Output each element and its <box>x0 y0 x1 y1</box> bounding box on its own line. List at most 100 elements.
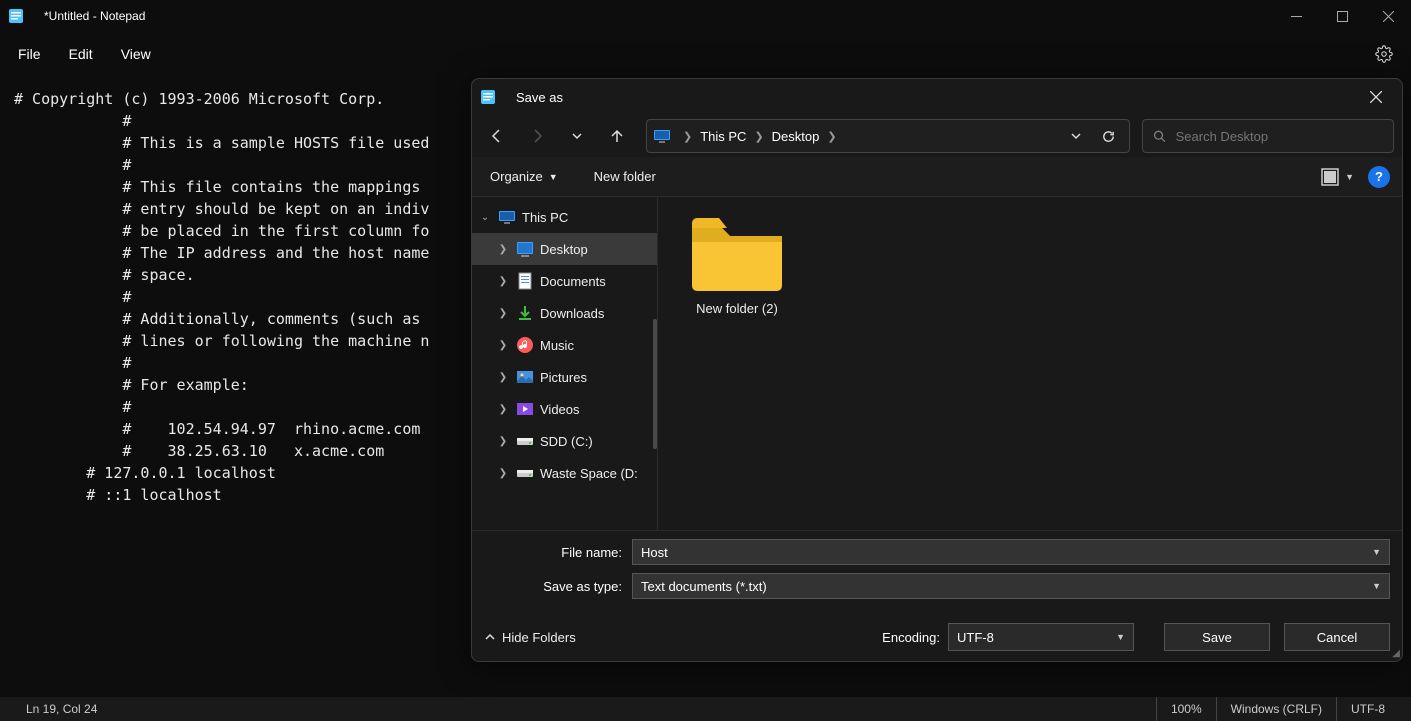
tree-item-label: Downloads <box>540 306 604 321</box>
expand-icon[interactable]: ❯ <box>496 372 510 383</box>
tree-item-label: SDD (C:) <box>540 434 593 449</box>
tree-item-label: Videos <box>540 402 580 417</box>
search-box[interactable] <box>1142 119 1394 153</box>
dialog-titlebar: Save as <box>472 79 1402 115</box>
breadcrumb-root[interactable]: This PC <box>696 129 750 144</box>
maximize-button[interactable] <box>1319 0 1365 32</box>
music-icon <box>516 336 534 354</box>
tree-item-sdd-c-[interactable]: ❯ SDD (C:) <box>472 425 657 457</box>
tree-item-label: Pictures <box>540 370 587 385</box>
chevron-up-icon <box>484 631 496 643</box>
tree-item-label: This PC <box>522 210 568 225</box>
chevron-down-icon[interactable]: ▼ <box>1116 632 1125 642</box>
expand-icon[interactable]: ❯ <box>496 468 510 479</box>
forward-button[interactable] <box>520 119 554 153</box>
settings-button[interactable] <box>1375 45 1393 63</box>
desktop-icon <box>516 240 534 258</box>
filetype-label: Save as type: <box>484 579 632 594</box>
chevron-down-icon[interactable]: ▼ <box>1372 581 1381 591</box>
tree-item-label: Music <box>540 338 574 353</box>
nav-tree: ⌄ This PC ❯ Desktop ❯ Documents ❯ Downloads ❯ Mus… <box>472 197 658 530</box>
expand-icon[interactable]: ❯ <box>496 404 510 415</box>
status-zoom[interactable]: 100% <box>1156 697 1216 721</box>
status-position: Ln 19, Col 24 <box>12 702 111 716</box>
up-button[interactable] <box>600 119 634 153</box>
dialog-close-button[interactable] <box>1358 79 1394 115</box>
help-button[interactable]: ? <box>1368 166 1390 188</box>
chevron-right-icon[interactable]: ❯ <box>823 130 840 143</box>
chevron-down-icon[interactable]: ▼ <box>1372 547 1381 557</box>
status-eol: Windows (CRLF) <box>1216 697 1336 721</box>
dialog-footer: Hide Folders Encoding: UTF-8 ▼ Save Canc… <box>472 611 1402 661</box>
tree-item-label: Documents <box>540 274 606 289</box>
statusbar: Ln 19, Col 24 100% Windows (CRLF) UTF-8 <box>0 697 1411 721</box>
window-title: *Untitled - Notepad <box>44 9 1273 23</box>
menu-view[interactable]: View <box>107 40 165 68</box>
filename-field[interactable]: ▼ <box>632 539 1390 565</box>
encoding-label: Encoding: <box>882 630 940 645</box>
encoding-select[interactable]: UTF-8 ▼ <box>948 623 1134 651</box>
notepad-icon <box>8 8 24 24</box>
tree-item-videos[interactable]: ❯ Videos <box>472 393 657 425</box>
close-button[interactable] <box>1365 0 1411 32</box>
notepad-icon <box>480 89 496 105</box>
pc-icon <box>653 127 671 145</box>
tree-item-this-pc[interactable]: ⌄ This PC <box>472 201 657 233</box>
menubar: File Edit View <box>0 32 1411 76</box>
chevron-right-icon[interactable]: ❯ <box>679 130 696 143</box>
folder-item[interactable]: New folder (2) <box>682 213 792 316</box>
menu-edit[interactable]: Edit <box>55 40 107 68</box>
doc-icon <box>516 272 534 290</box>
tree-item-label: Desktop <box>540 242 588 257</box>
tree-scrollbar[interactable] <box>653 319 657 449</box>
tree-item-desktop[interactable]: ❯ Desktop <box>472 233 657 265</box>
dialog-toolbar: Organize▼ New folder ▼ ? <box>472 157 1402 197</box>
dialog-title: Save as <box>516 90 563 105</box>
breadcrumb-current[interactable]: Desktop <box>768 129 824 144</box>
folder-label: New folder (2) <box>682 301 792 316</box>
pc-icon <box>498 208 516 226</box>
window-controls <box>1273 0 1411 32</box>
expand-icon[interactable]: ❯ <box>496 308 510 319</box>
cancel-button[interactable]: Cancel <box>1284 623 1390 651</box>
save-as-dialog: Save as ❯ This PC ❯ Desktop ❯ Organize▼ <box>471 78 1403 662</box>
new-folder-button[interactable]: New folder <box>588 163 662 190</box>
refresh-button[interactable] <box>1093 121 1123 151</box>
minimize-button[interactable] <box>1273 0 1319 32</box>
save-button[interactable]: Save <box>1164 623 1270 651</box>
expand-icon[interactable]: ❯ <box>496 244 510 255</box>
chevron-right-icon[interactable]: ❯ <box>750 130 767 143</box>
videos-icon <box>516 400 534 418</box>
tree-item-waste-space-d-[interactable]: ❯ Waste Space (D: <box>472 457 657 489</box>
organize-menu[interactable]: Organize▼ <box>484 163 564 190</box>
filetype-select[interactable]: Text documents (*.txt) ▼ <box>632 573 1390 599</box>
file-list[interactable]: New folder (2) <box>658 197 1402 530</box>
pictures-icon <box>516 368 534 386</box>
drive-icon <box>516 464 534 482</box>
status-encoding: UTF-8 <box>1336 697 1399 721</box>
tree-item-documents[interactable]: ❯ Documents <box>472 265 657 297</box>
titlebar: *Untitled - Notepad <box>0 0 1411 32</box>
menu-file[interactable]: File <box>4 40 55 68</box>
address-bar[interactable]: ❯ This PC ❯ Desktop ❯ <box>646 119 1130 153</box>
expand-icon[interactable]: ❯ <box>496 340 510 351</box>
download-icon <box>516 304 534 322</box>
back-button[interactable] <box>480 119 514 153</box>
expand-icon[interactable]: ❯ <box>496 276 510 287</box>
tree-item-label: Waste Space (D: <box>540 466 638 481</box>
dialog-nav: ❯ This PC ❯ Desktop ❯ <box>472 115 1402 157</box>
filename-label: File name: <box>484 545 632 560</box>
expand-icon[interactable]: ⌄ <box>478 212 492 223</box>
drive-icon <box>516 432 534 450</box>
resize-grip[interactable]: ◢ <box>1392 648 1400 659</box>
tree-item-downloads[interactable]: ❯ Downloads <box>472 297 657 329</box>
tree-item-music[interactable]: ❯ Music <box>472 329 657 361</box>
recent-locations-button[interactable] <box>560 119 594 153</box>
view-options-button[interactable]: ▼ <box>1321 168 1354 186</box>
hide-folders-button[interactable]: Hide Folders <box>484 630 576 645</box>
filename-input[interactable] <box>641 545 1372 560</box>
expand-icon[interactable]: ❯ <box>496 436 510 447</box>
previous-locations-button[interactable] <box>1061 121 1091 151</box>
search-input[interactable] <box>1176 129 1383 144</box>
tree-item-pictures[interactable]: ❯ Pictures <box>472 361 657 393</box>
